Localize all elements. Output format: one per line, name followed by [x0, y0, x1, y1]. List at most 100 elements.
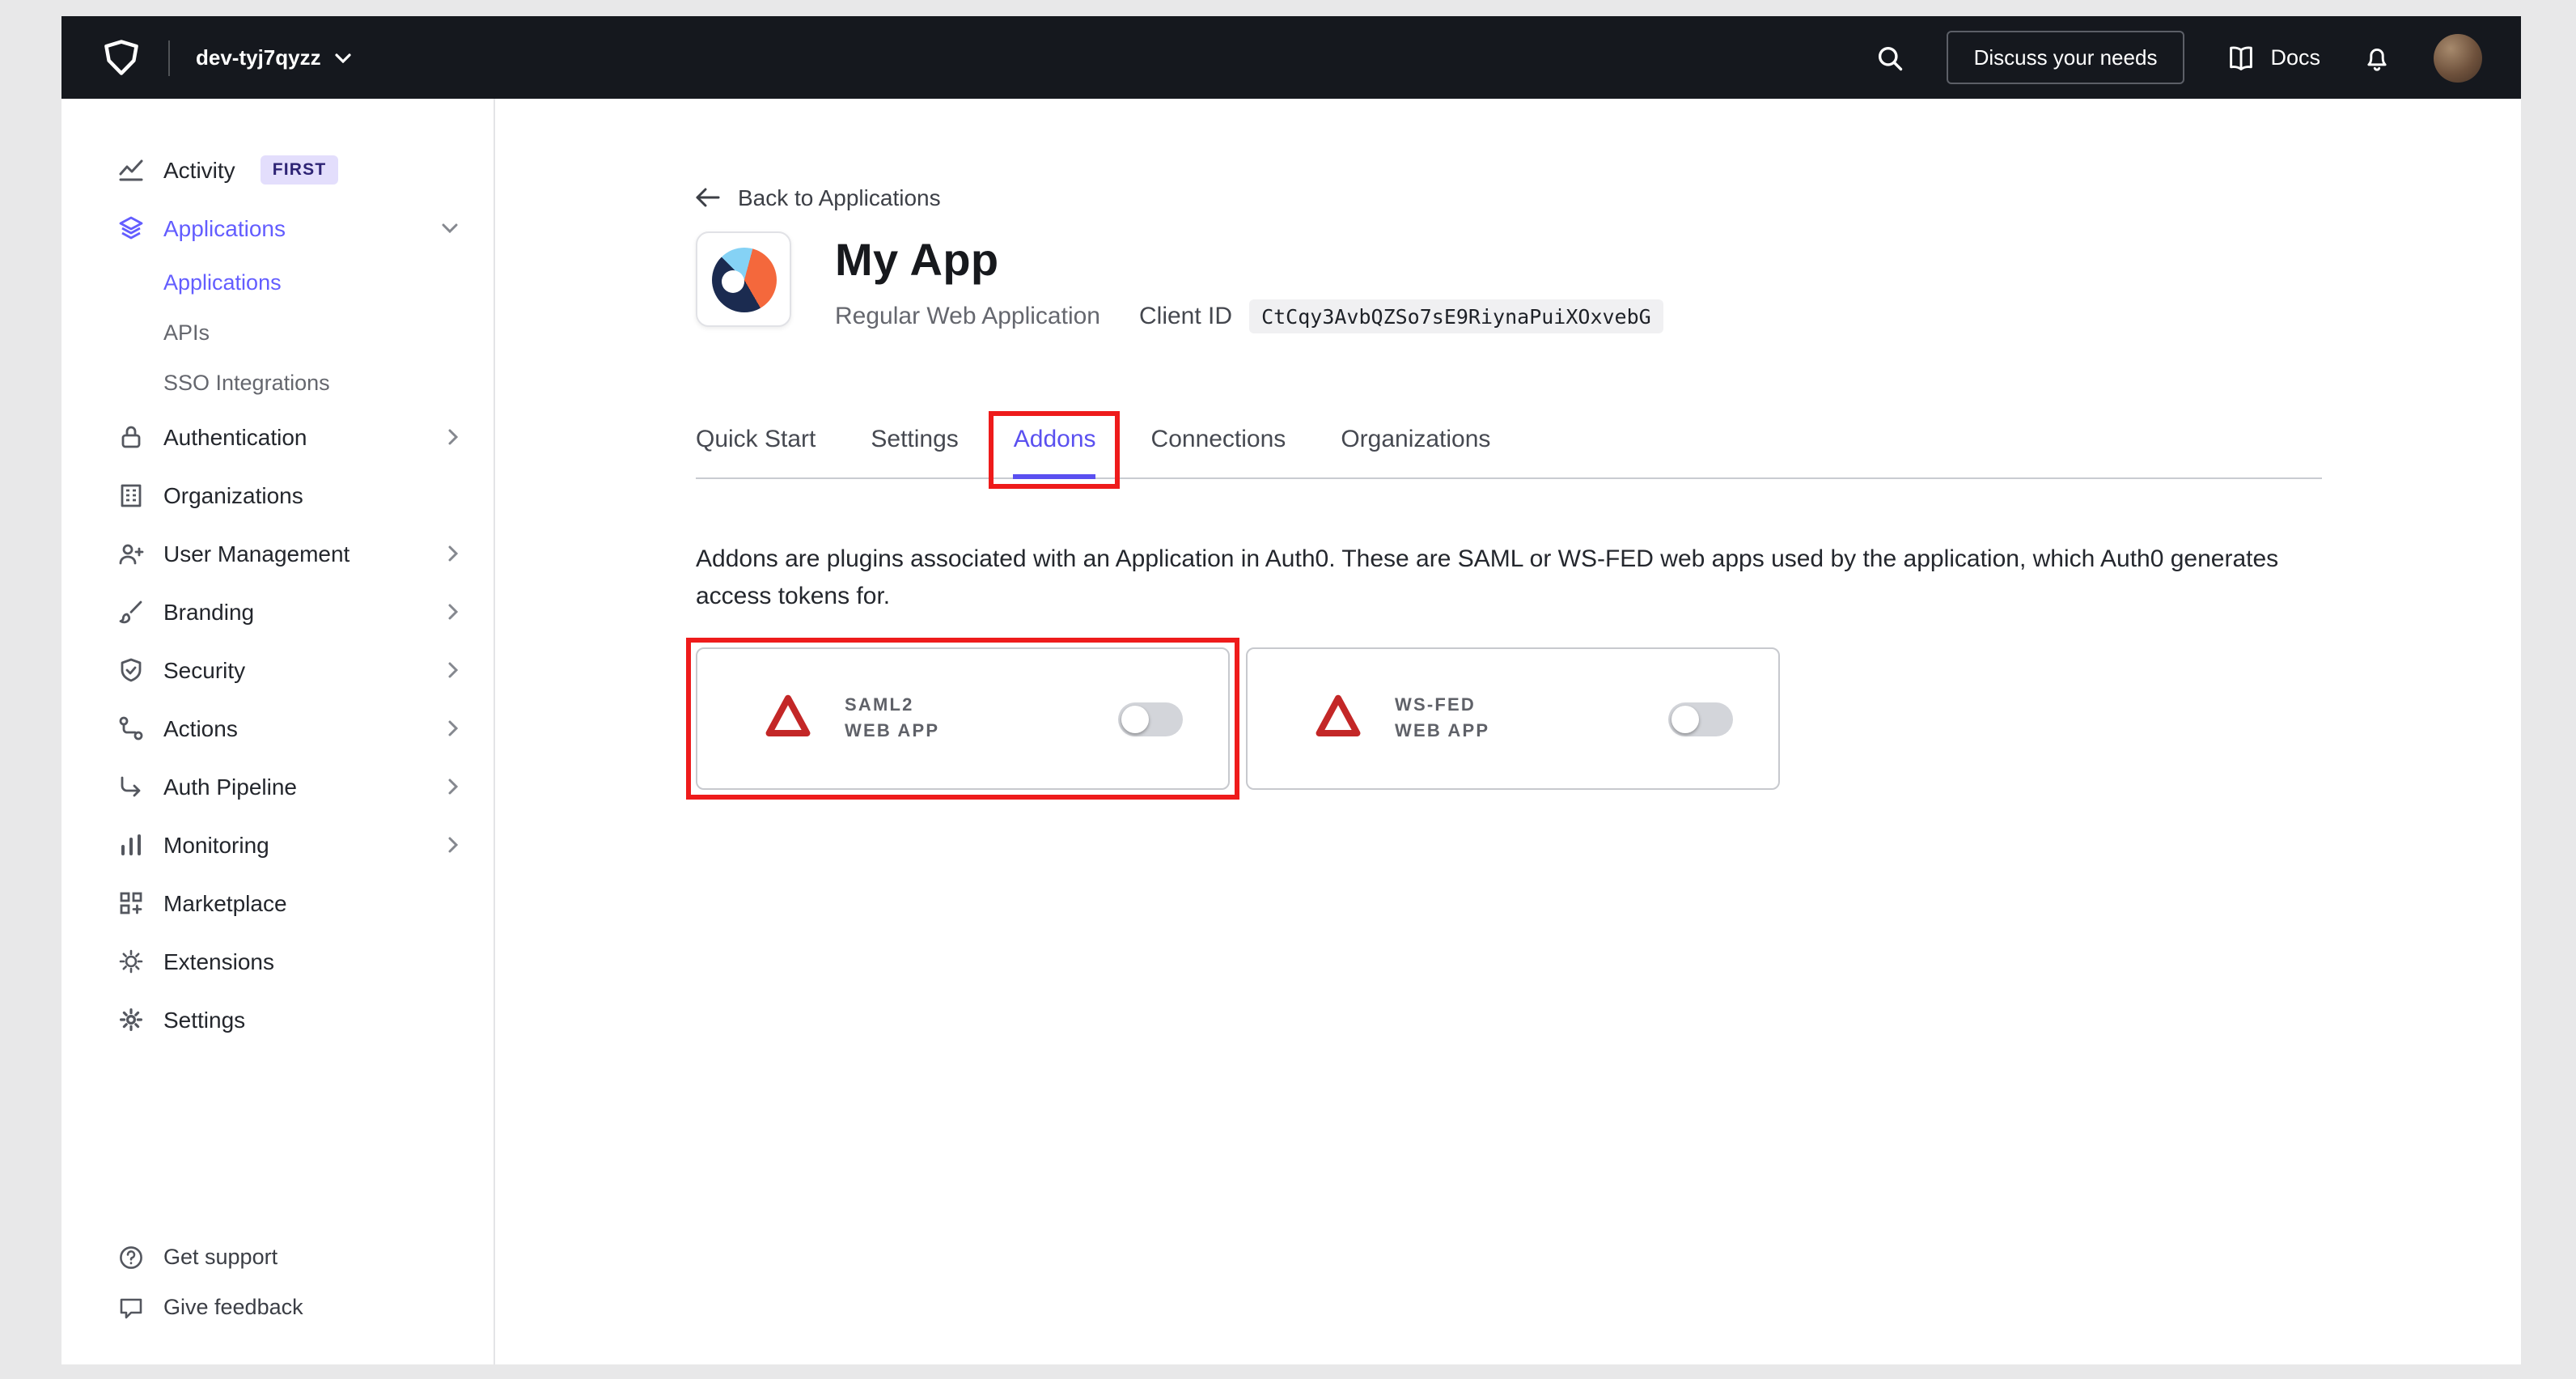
sidebar-item-label: Branding [163, 599, 254, 625]
paintbrush-icon [118, 599, 144, 625]
app-type-label: Regular Web Application [835, 303, 1100, 330]
sidebar-item-label: Organizations [163, 482, 303, 508]
chevron-right-icon [448, 429, 458, 445]
header-divider [168, 40, 170, 75]
addons-description: Addons are plugins associated with an Ap… [696, 541, 2322, 615]
sidebar-item-organizations[interactable]: Organizations [61, 466, 494, 524]
sidebar-subitem-apis[interactable]: APIs [61, 308, 494, 358]
sidebar-item-authentication[interactable]: Authentication [61, 408, 494, 466]
marketplace-icon [118, 890, 144, 916]
chevron-right-icon [448, 779, 458, 795]
app-subtitle-row: Regular Web Application Client ID CtCqy3… [835, 299, 1664, 333]
chevron-right-icon [448, 720, 458, 736]
addon-name-line2: WEB APP [845, 722, 939, 741]
users-icon [118, 541, 144, 566]
sidebar-subitem-applications[interactable]: Applications [61, 257, 494, 308]
chevron-right-icon [448, 662, 458, 678]
tab-label: Organizations [1341, 426, 1490, 453]
sidebar-item-label: Authentication [163, 424, 307, 450]
sidebar-item-marketplace[interactable]: Marketplace [61, 874, 494, 932]
flow-icon [118, 715, 144, 741]
app-header: My App Regular Web Application Client ID… [696, 231, 2521, 333]
sidebar-item-extensions[interactable]: Extensions [61, 932, 494, 991]
app-meta: My App Regular Web Application Client ID… [835, 231, 1664, 333]
header-right: Discuss your needs Docs [1875, 31, 2482, 84]
addon-name-line1: SAML2 [845, 696, 939, 715]
sidebar-subitem-sso-integrations[interactable]: SSO Integrations [61, 358, 494, 408]
give-feedback-link[interactable]: Give feedback [61, 1282, 494, 1332]
chevron-down-icon [336, 53, 352, 62]
tenant-name: dev-tyj7qyzz [196, 45, 321, 70]
sidebar-item-actions[interactable]: Actions [61, 699, 494, 757]
main-content: Back to Applications My App Regular Web … [495, 99, 2521, 1364]
tab-bar: Quick Start Settings Addons Connections … [696, 426, 2322, 479]
tab-quick-start[interactable]: Quick Start [696, 426, 816, 477]
addon-card-saml2[interactable]: SAML2 WEB APP [696, 647, 1230, 790]
get-support-link[interactable]: Get support [61, 1232, 494, 1282]
tab-addons[interactable]: Addons [1014, 426, 1096, 477]
saml2-toggle[interactable] [1118, 702, 1183, 736]
sidebar-item-user-management[interactable]: User Management [61, 524, 494, 583]
addon-name-line2: WEB APP [1395, 722, 1489, 741]
sidebar-item-auth-pipeline[interactable]: Auth Pipeline [61, 757, 494, 816]
sidebar-item-label: Settings [163, 1007, 245, 1033]
extensions-icon [118, 948, 144, 974]
tab-organizations[interactable]: Organizations [1341, 426, 1490, 477]
back-to-applications-link[interactable]: Back to Applications [696, 185, 941, 210]
chevron-right-icon [448, 837, 458, 853]
wsfed-toggle[interactable] [1668, 702, 1733, 736]
sidebar-item-label: Extensions [163, 948, 274, 974]
addon-label: WS-FED WEB APP [1395, 696, 1489, 741]
client-id-label: Client ID [1139, 303, 1232, 330]
footer-item-label: Get support [163, 1245, 278, 1269]
footer-item-label: Give feedback [163, 1295, 303, 1319]
docs-link[interactable]: Docs [2226, 43, 2320, 72]
lock-icon [118, 424, 144, 450]
help-circle-icon [118, 1244, 144, 1270]
app-logo [696, 231, 791, 327]
sidebar-item-label: Actions [163, 715, 238, 741]
chevron-right-icon [448, 604, 458, 620]
top-header: dev-tyj7qyzz Discuss your needs [61, 16, 2521, 99]
addon-name-line1: WS-FED [1395, 696, 1489, 715]
sidebar-item-monitoring[interactable]: Monitoring [61, 816, 494, 874]
sidebar-item-applications[interactable]: Applications [61, 199, 494, 257]
speech-bubble-icon [118, 1294, 144, 1320]
sidebar-item-activity[interactable]: Activity FIRST [61, 141, 494, 199]
client-id-value: CtCqy3AvbQZSo7sE9RiynaPuiXOxvebG [1248, 299, 1664, 333]
book-icon [2226, 43, 2256, 72]
sidebar-item-settings[interactable]: Settings [61, 991, 494, 1049]
app-logo-image [711, 247, 776, 312]
auth0-logo-icon[interactable] [100, 36, 142, 78]
notifications-bell-icon[interactable] [2362, 43, 2392, 72]
building-icon [118, 482, 144, 508]
discuss-needs-button[interactable]: Discuss your needs [1947, 31, 2185, 84]
sidebar-item-label: Monitoring [163, 832, 269, 858]
chevron-right-icon [448, 545, 458, 562]
sidebar-item-label: Activity [163, 157, 235, 183]
app-window: dev-tyj7qyzz Discuss your needs [61, 16, 2521, 1364]
sidebar-item-security[interactable]: Security [61, 641, 494, 699]
body-row: Activity FIRST Applications Applications [61, 99, 2521, 1364]
tab-label: Settings [871, 426, 958, 453]
saml2-logo-icon [759, 690, 817, 748]
applications-layers-icon [118, 215, 144, 241]
addon-label: SAML2 WEB APP [845, 696, 939, 741]
shield-icon [118, 657, 144, 683]
tab-connections[interactable]: Connections [1151, 426, 1286, 477]
pipeline-icon [118, 774, 144, 800]
screenshot-root: dev-tyj7qyzz Discuss your needs [0, 0, 2576, 1379]
addon-card-wsfed[interactable]: WS-FED WEB APP [1246, 647, 1780, 790]
sidebar-item-branding[interactable]: Branding [61, 583, 494, 641]
tab-settings[interactable]: Settings [871, 426, 958, 477]
arrow-left-icon [696, 188, 720, 207]
user-avatar[interactable] [2434, 33, 2482, 82]
tenant-switcher[interactable]: dev-tyj7qyzz [196, 45, 352, 70]
back-link-label: Back to Applications [738, 185, 941, 210]
sidebar-item-label: Marketplace [163, 890, 287, 916]
search-icon[interactable] [1875, 43, 1904, 72]
chevron-down-icon [442, 223, 458, 233]
activity-icon [118, 157, 144, 183]
saml2-card-wrap: SAML2 WEB APP [696, 647, 1230, 790]
sidebar: Activity FIRST Applications Applications [61, 99, 495, 1364]
